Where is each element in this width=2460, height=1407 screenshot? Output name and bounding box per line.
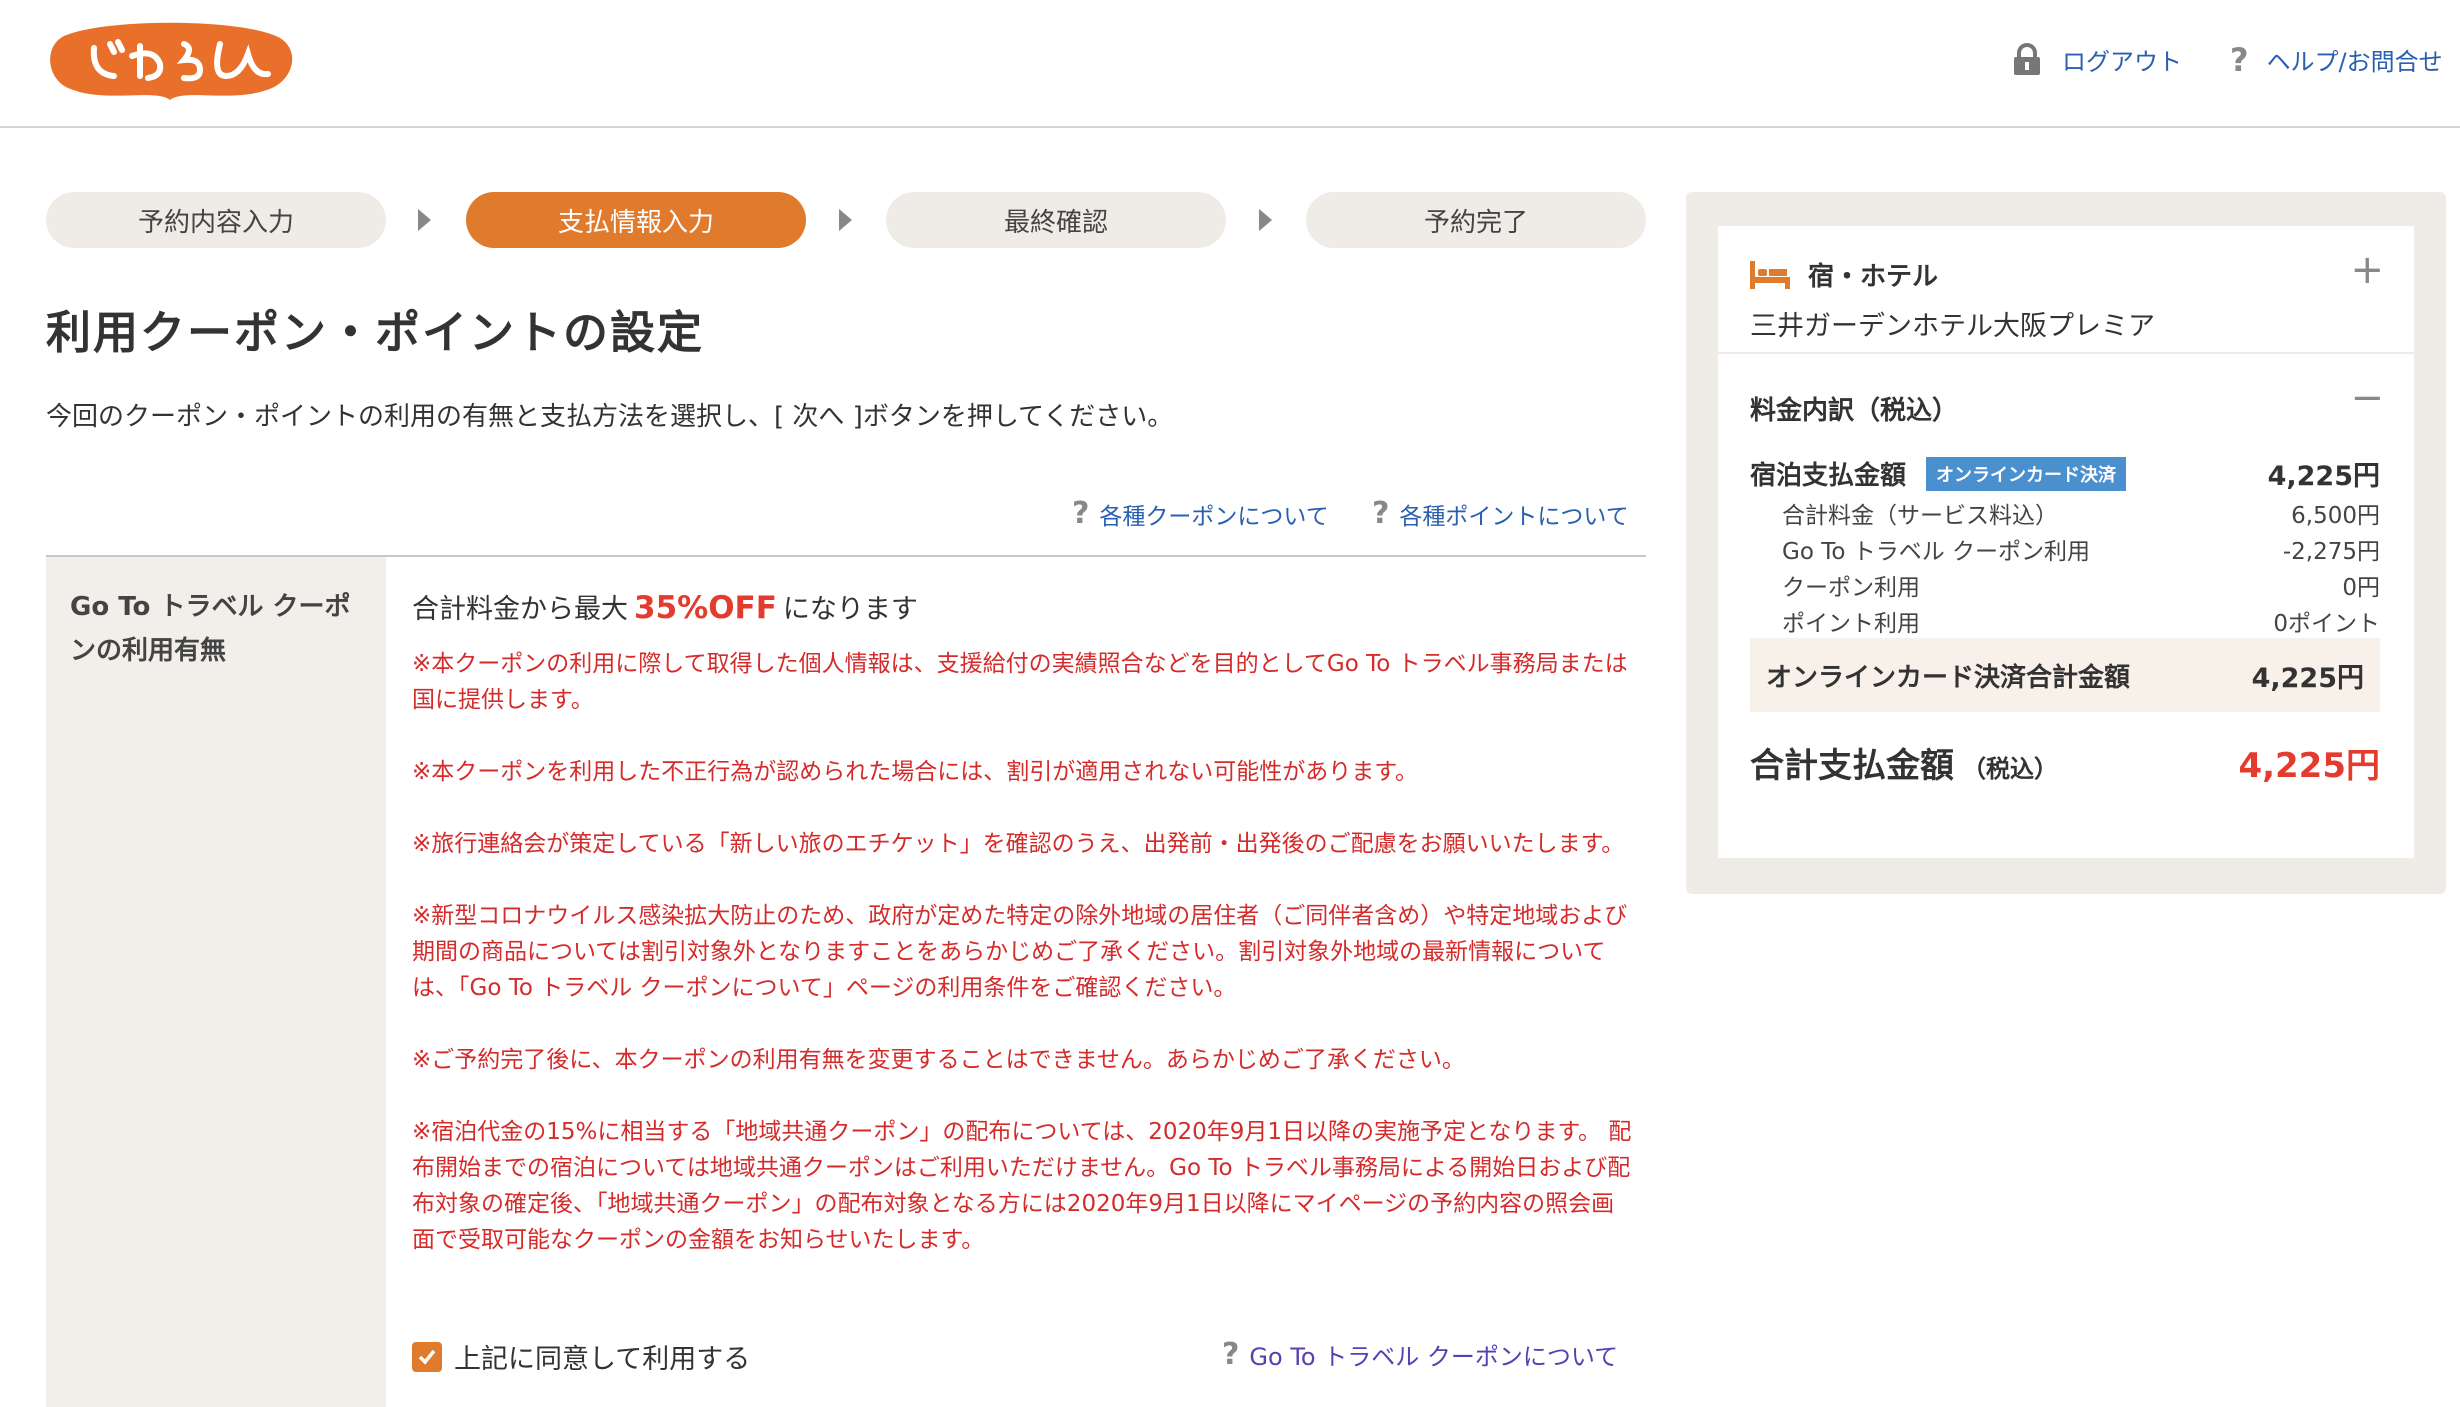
question-icon: ? xyxy=(1072,496,1090,531)
step-arrow-icon xyxy=(418,209,431,231)
stay-payment-label: 宿泊支払金額 xyxy=(1750,461,1907,491)
goto-coupon-section: Go To トラベル クーポンの利用有無 合計料金から最大 35%OFF になります… xyxy=(46,555,1646,1407)
section-label: Go To トラベル クーポンの利用有無 xyxy=(70,592,351,666)
breakdown-rows: 合計料金（サービス料込） 6,500円 Go To トラベル クーポン利用 -2,2… xyxy=(1782,498,2380,642)
jalan-logo[interactable] xyxy=(44,18,296,104)
grand-total-tax: （税込） xyxy=(1962,755,2058,783)
online-card-badge: オンラインカード決済 xyxy=(1926,456,2127,491)
step-label: 支払情報入力 xyxy=(557,207,714,238)
agree-label: 上記に同意して利用する xyxy=(454,1344,751,1375)
page-intro: 今回のクーポン・ポイントの利用の有無と支払方法を選択し、[ 次へ ]ボタンを押し… xyxy=(46,402,1174,432)
check-icon xyxy=(418,1349,436,1365)
breakdown-row: 合計料金（サービス料込） 6,500円 xyxy=(1782,498,2380,534)
hotel-category: 宿・ホテル xyxy=(1750,256,1938,293)
price-summary-sidebar: 宿・ホテル + 三井ガーデンホテル大阪プレミア 料金内訳（税込） − 宿泊支払金… xyxy=(1686,192,2446,894)
question-icon: ? xyxy=(2230,40,2249,79)
row-label: ポイント利用 xyxy=(1782,611,1920,637)
step-arrow-icon xyxy=(1259,209,1272,231)
breakdown-title: 料金内訳（税込） xyxy=(1750,396,1959,426)
agree-checkbox[interactable] xyxy=(412,1341,442,1372)
stay-payment-row: 宿泊支払金額 オンラインカード決済 4,225円 xyxy=(1750,454,2380,493)
breakdown-row: Go To トラベル クーポン利用 -2,275円 xyxy=(1782,534,2380,570)
grand-total-amount: 4,225円 xyxy=(2238,746,2380,786)
stay-payment-amount: 4,225円 xyxy=(2267,461,2380,492)
discount-value: 35%OFF xyxy=(634,590,777,626)
note-item: ※旅行連絡会が策定している「新しい旅のエチケット」を確認のうえ、出発前・出発後の… xyxy=(412,831,1625,857)
step-payment-input: 支払情報入力 xyxy=(466,192,806,248)
row-label: Go To トラベル クーポン利用 xyxy=(1782,539,2091,565)
goto-coupon-info-link[interactable]: ? Go To トラベル クーポンについて xyxy=(1222,1337,1618,1372)
help-link[interactable]: ? ヘルプ/お問合せ xyxy=(2230,42,2443,77)
step-label: 予約完了 xyxy=(1423,207,1528,238)
section-label-cell: Go To トラベル クーポンの利用有無 xyxy=(46,557,386,1407)
section-body: 合計料金から最大 35%OFF になります ※本クーポンの利用に際して取得した個人情… xyxy=(412,587,1632,1294)
point-help-link[interactable]: ? 各種ポイントについて xyxy=(1372,496,1629,531)
row-label: 合計料金（サービス料込） xyxy=(1782,503,2058,529)
notes-list: ※本クーポンの利用に際して取得した個人情報は、支援給付の実績照合などを目的として… xyxy=(412,646,1632,1258)
logout-link[interactable]: ログアウト xyxy=(2010,42,2182,77)
row-label: クーポン利用 xyxy=(1782,575,1920,601)
row-value: 6,500円 xyxy=(2291,503,2380,529)
step-arrow-icon xyxy=(839,209,852,231)
row-value: -2,275円 xyxy=(2282,539,2380,565)
logout-label: ログアウト xyxy=(2062,48,2182,76)
question-icon: ? xyxy=(1222,1337,1240,1372)
hotel-name: 三井ガーデンホテル大阪プレミア xyxy=(1750,311,2155,342)
progress-steps: 予約内容入力 支払情報入力 最終確認 予約完了 xyxy=(46,192,1646,250)
help-label: ヘルプ/お問合せ xyxy=(2266,48,2443,76)
question-icon: ? xyxy=(1372,496,1390,531)
breakdown-row: クーポン利用 0円 xyxy=(1782,570,2380,606)
goto-link-label: Go To トラベル クーポンについて xyxy=(1249,1343,1619,1371)
collapse-minus-icon[interactable]: − xyxy=(2350,378,2384,418)
grand-total-label: 合計支払金額 xyxy=(1750,746,1954,786)
category-label: 宿・ホテル xyxy=(1808,262,1939,292)
discount-suffix: になります xyxy=(782,594,918,625)
discount-prefix: 合計料金から最大 xyxy=(412,594,628,625)
agree-checkbox-row[interactable]: 上記に同意して利用する xyxy=(412,1337,750,1376)
point-help-label: 各種ポイントについて xyxy=(1399,503,1629,530)
discount-line: 合計料金から最大 35%OFF になります xyxy=(412,587,1632,626)
breakdown-row: ポイント利用 0ポイント xyxy=(1782,606,2380,642)
coupon-help-link[interactable]: ? 各種クーポンについて xyxy=(1072,496,1329,531)
coupon-help-label: 各種クーポンについて xyxy=(1099,503,1329,530)
breakdown-card: 料金内訳（税込） − 宿泊支払金額 オンラインカード決済 4,225円 合計料金… xyxy=(1718,354,2414,858)
bed-icon xyxy=(1750,260,1790,289)
note-item: ※宿泊代金の15%に相当する「地域共通クーポン」の配布については、2020年9月… xyxy=(412,1119,1632,1253)
hotel-card: 宿・ホテル + 三井ガーデンホテル大阪プレミア xyxy=(1718,226,2414,352)
row-value: 0ポイント xyxy=(2273,611,2380,637)
row-value: 0円 xyxy=(2342,575,2380,601)
card-total-amount: 4,225円 xyxy=(2251,662,2364,694)
card-total-box: オンラインカード決済合計金額 4,225円 xyxy=(1750,638,2380,712)
expand-plus-icon[interactable]: + xyxy=(2350,250,2384,290)
grand-total-row: 合計支払金額 （税込） 4,225円 xyxy=(1750,738,2380,787)
page-title: 利用クーポン・ポイントの設定 xyxy=(46,306,705,359)
lock-icon xyxy=(2014,42,2040,75)
card-total-label: オンラインカード決済合計金額 xyxy=(1766,662,2131,693)
step-complete: 予約完了 xyxy=(1306,192,1646,248)
step-final-confirm: 最終確認 xyxy=(886,192,1226,248)
note-item: ※新型コロナウイルス感染拡大防止のため、政府が定めた特定の除外地域の居住者（ご同… xyxy=(412,903,1628,1001)
note-item: ※本クーポンの利用に際して取得した個人情報は、支援給付の実績照合などを目的として… xyxy=(412,651,1628,713)
note-item: ※ご予約完了後に、本クーポンの利用有無を変更することはできません。あらかじめご了… xyxy=(412,1047,1465,1073)
step-reservation-input: 予約内容入力 xyxy=(46,192,386,248)
step-label: 予約内容入力 xyxy=(137,207,294,238)
note-item: ※本クーポンを利用した不正行為が認められた場合には、割引が適用されない可能性があ… xyxy=(412,759,1418,785)
site-header: ログアウト ? ヘルプ/お問合せ xyxy=(0,0,2460,128)
step-label: 最終確認 xyxy=(1003,207,1108,238)
